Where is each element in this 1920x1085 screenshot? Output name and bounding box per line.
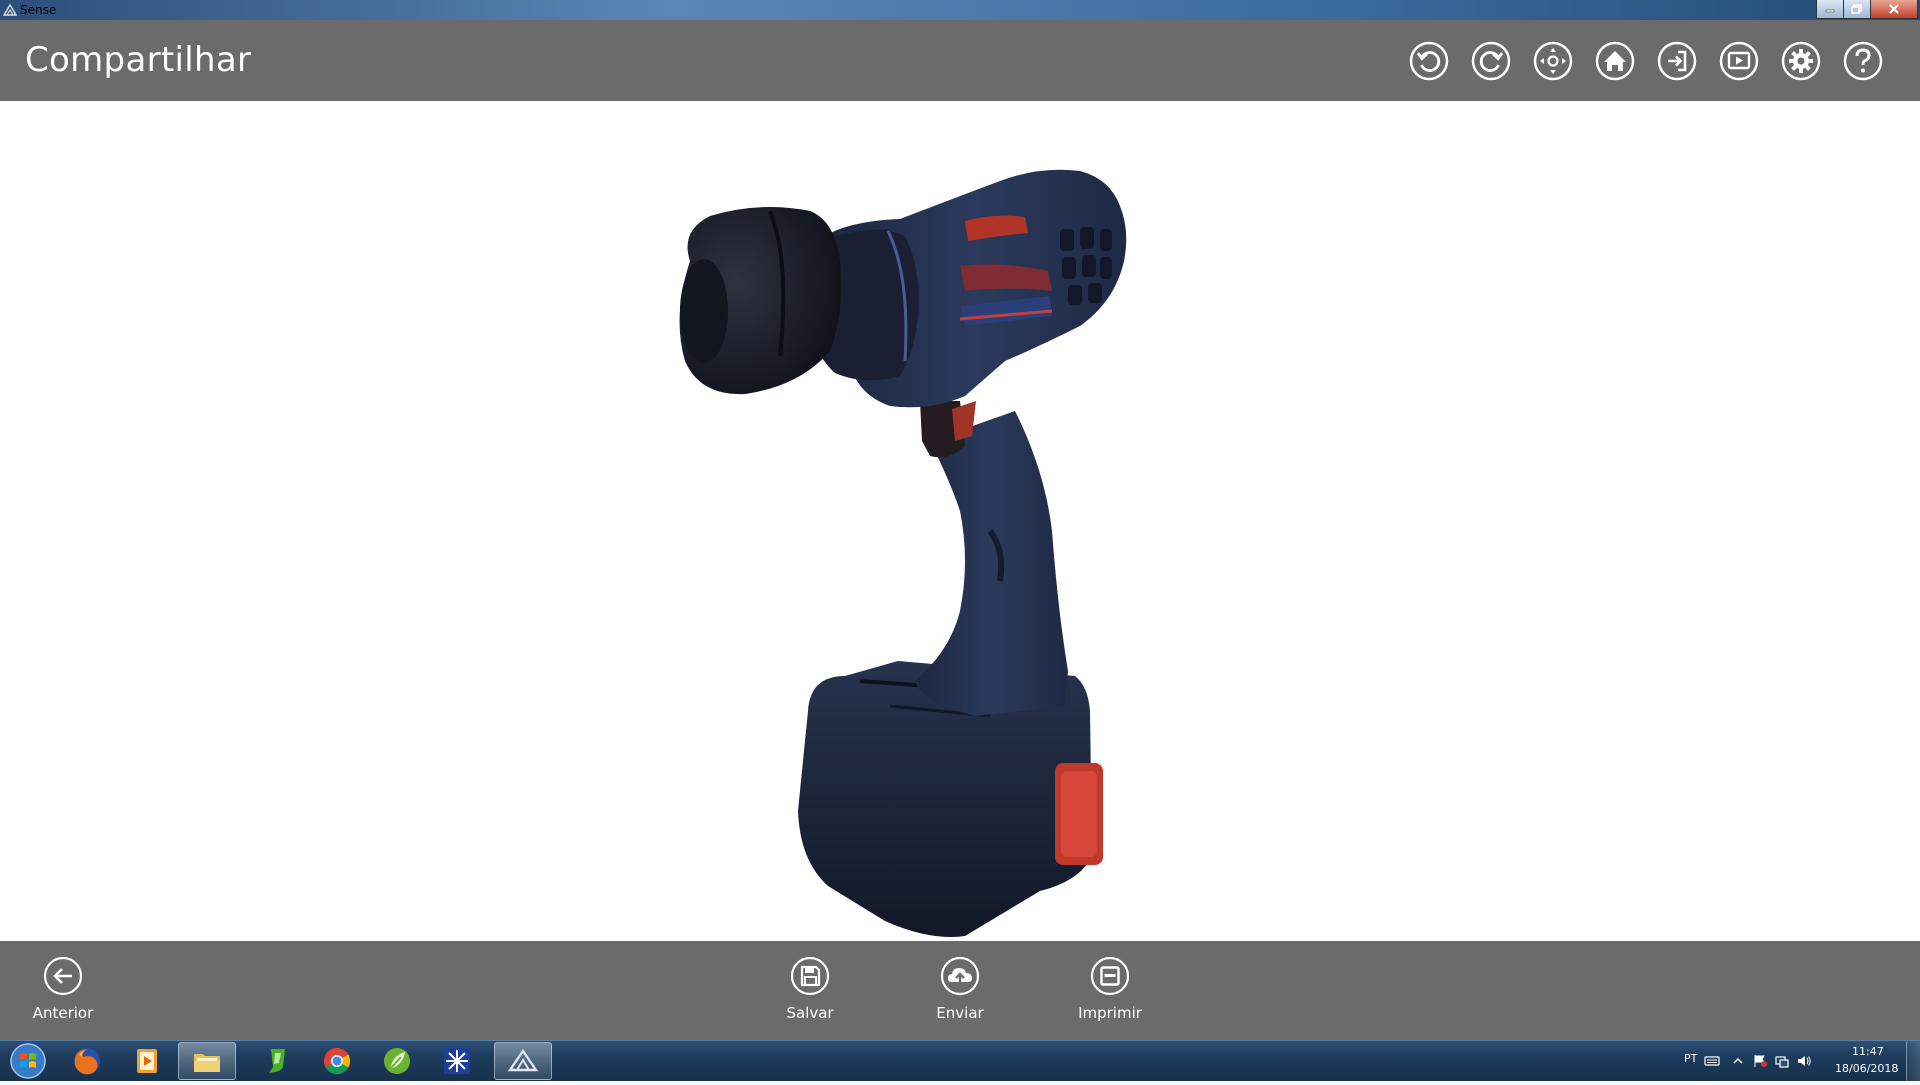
volume-icon[interactable] [1796,1054,1812,1068]
chrome-icon [323,1047,351,1075]
bottom-app-bar: Anterior Salvar Enviar Imprimir [0,941,1920,1040]
redo-icon [1471,41,1511,81]
print-label: Imprimir [1078,1004,1142,1022]
taskbar-file-explorer[interactable] [178,1042,236,1080]
minimize-icon [1825,9,1835,13]
presentation-play-icon [1719,41,1759,81]
taskbar-leaf-app[interactable] [368,1042,426,1080]
start-button[interactable] [2,1041,50,1081]
gear-icon [1781,41,1821,81]
back-button[interactable]: Anterior [8,941,118,1040]
pan-button[interactable] [1532,40,1574,82]
media-player-icon [137,1049,157,1073]
file-explorer-icon [194,1054,220,1072]
save-floppy-icon [790,956,830,996]
taskbar-firefox[interactable] [58,1042,116,1080]
save-button[interactable]: Salvar [755,941,865,1040]
home-button[interactable] [1594,40,1636,82]
language-indicator[interactable]: PT [1684,1052,1697,1065]
send-label: Enviar [936,1004,984,1022]
sense-logo-icon [3,3,17,16]
undo-icon [1409,41,1449,81]
presentation-button[interactable] [1718,40,1760,82]
taskbar: PT 11:47 18/06/2018 [0,1040,1920,1081]
green-app-icon [269,1049,285,1073]
network-icon[interactable] [1774,1054,1790,1068]
show-hidden-icons-icon[interactable] [1730,1054,1746,1068]
window-title-bar: Sense [0,0,1920,20]
window-title: Sense [20,3,57,17]
undo-button[interactable] [1408,40,1450,82]
show-desktop-button[interactable] [1906,1041,1920,1081]
home-icon [1595,41,1635,81]
clock-time[interactable]: 11:47 [1852,1045,1884,1058]
page-title: Compartilhar [25,40,252,80]
save-label: Salvar [786,1004,834,1022]
send-button[interactable]: Enviar [905,941,1015,1040]
taskbar-media-player[interactable] [118,1042,176,1080]
back-label: Anterior [32,1004,94,1022]
pan-move-icon [1533,41,1573,81]
settings-button[interactable] [1780,40,1822,82]
app-header: Compartilhar [0,20,1920,101]
help-button[interactable] [1842,40,1884,82]
help-icon [1843,41,1883,81]
print-button[interactable]: Imprimir [1055,941,1165,1040]
taskbar-sense-app[interactable] [494,1042,552,1080]
windows-start-icon [10,1043,46,1079]
redo-button[interactable] [1470,40,1512,82]
print-icon [1090,956,1130,996]
cloud-upload-icon [940,956,980,996]
restore-icon [1851,4,1862,14]
green-leaf-app-icon [384,1048,410,1074]
back-arrow-icon [43,956,83,996]
snowflake-app-icon [444,1048,470,1074]
sense-app-icon [507,1048,539,1072]
close-icon [1889,4,1899,14]
drill-3d-model[interactable] [660,111,1260,941]
taskbar-snowflake-app[interactable] [428,1042,486,1080]
minimize-button[interactable] [1816,0,1844,19]
action-center-flag-icon[interactable] [1752,1054,1768,1068]
model-viewport[interactable] [0,101,1920,941]
keyboard-icon[interactable] [1704,1054,1720,1068]
exit-button[interactable] [1656,40,1698,82]
firefox-icon [74,1048,100,1075]
taskbar-chrome[interactable] [308,1042,366,1080]
restore-button[interactable] [1843,0,1871,19]
taskbar-green-app[interactable] [248,1042,306,1080]
close-button[interactable] [1870,0,1918,19]
clock-date[interactable]: 18/06/2018 [1835,1062,1898,1075]
exit-sign-in-icon [1657,41,1697,81]
